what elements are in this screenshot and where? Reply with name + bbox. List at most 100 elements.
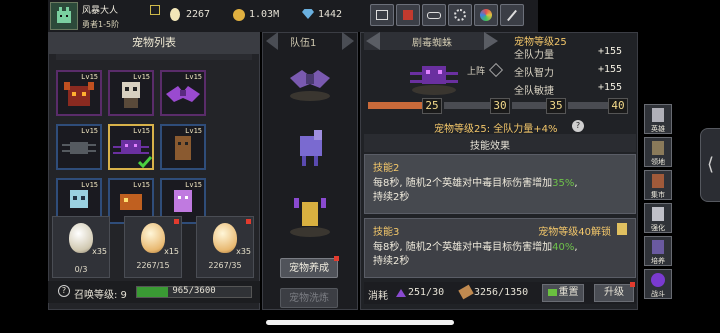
milestone-25: 25 <box>422 98 442 114</box>
shop-button[interactable] <box>370 4 394 26</box>
poison-spider-portrait-icon <box>410 66 458 95</box>
reset-button[interactable]: 重置 <box>542 284 584 302</box>
egg-2-cost: 2267/15 <box>136 261 170 270</box>
stat-strength-label: 全队力量 <box>514 50 554 61</box>
deploy-label: 上阵 <box>467 67 486 77</box>
skill-3-card: 技能3 宠物等级40解锁 每8秒, 随机2个英雄对中毒目标伤害增加40%, 持续… <box>364 218 636 278</box>
pet-slot-3[interactable]: Lv15 <box>160 70 206 116</box>
side-territory-button[interactable]: 领地 <box>644 137 672 167</box>
egg-1-count: x35 <box>92 247 107 256</box>
skill-3-unlock: 宠物等级40解锁 <box>538 227 611 238</box>
team-slot-3[interactable] <box>284 190 336 238</box>
egg-resource-icon <box>170 8 180 21</box>
castle-icon <box>652 141 664 155</box>
milestone-30: 30 <box>490 98 510 114</box>
event-button[interactable] <box>474 4 498 26</box>
egg-2-alert-dot <box>174 219 179 224</box>
sword-enhance-icon <box>652 207 664 221</box>
milestone-40: 40 <box>608 98 628 114</box>
sword-button[interactable] <box>500 4 524 26</box>
pet-list-scroll-edge <box>56 54 252 60</box>
summon-progress-bar: 965/3600 <box>136 286 252 298</box>
cost-bone: 3256/1350 <box>474 287 529 298</box>
skill-3-duration: 持续2秒 <box>373 256 410 267</box>
pet-slot-6[interactable]: Lv15 <box>160 124 206 170</box>
egg-gold-icon <box>213 223 237 253</box>
battle-portal-icon <box>651 273 665 287</box>
cost-crystal: 251/30 <box>408 287 445 298</box>
summon-level: 召唤等级: 9 <box>74 290 127 301</box>
edit-icon[interactable] <box>150 5 160 15</box>
skill-3-desc: 每8秒, 随机2个英雄对中毒目标伤害增加40%, <box>373 242 578 253</box>
skill-2-duration: 持续2秒 <box>373 192 410 203</box>
player-avatar[interactable] <box>50 2 78 30</box>
egg-box-3[interactable]: x35 2267/35 <box>196 216 254 278</box>
hero-helmet-icon <box>652 108 664 122</box>
player-rank: 勇者1-5阶 <box>82 20 120 29</box>
egg-2-count: x15 <box>164 247 179 256</box>
side-cultivate-button[interactable]: 培养 <box>644 236 672 266</box>
bonus-help-icon[interactable]: ? <box>572 120 584 132</box>
home-indicator <box>266 320 454 325</box>
skill-2-card: 技能2 每8秒, 随机2个英雄对中毒目标伤害增加35%, 持续2秒 <box>364 154 636 214</box>
pet-train-button[interactable]: 宠物养成 <box>280 258 338 278</box>
team-pet-bat-icon <box>290 70 330 101</box>
cultivate-icon <box>652 240 664 254</box>
pet-spider-gray-icon <box>62 142 96 154</box>
milestone-bar-1 <box>368 102 422 109</box>
stat-strength-value: +155 <box>598 46 623 57</box>
pet-slot-4[interactable]: Lv15 <box>56 124 102 170</box>
milestone-bar-4 <box>568 102 608 109</box>
upgrade-alert-dot <box>630 282 635 287</box>
upgrade-button[interactable]: 升级 <box>594 284 634 302</box>
side-battle-button[interactable]: 战斗 <box>644 269 672 299</box>
pet-slot-1[interactable]: Lv15 <box>56 70 102 116</box>
team-slot-1[interactable] <box>284 58 336 102</box>
side-enhance-button[interactable]: 强化 <box>644 203 672 233</box>
summon-progress-text: 965/3600 <box>172 286 216 296</box>
side-hero-button[interactable]: 英雄 <box>644 104 672 134</box>
milestone-bar-3 <box>512 102 546 109</box>
egg-gold-icon <box>141 223 165 253</box>
egg-3-cost: 2267/35 <box>208 261 242 270</box>
pet-slot-2[interactable]: Lv15 <box>108 70 154 116</box>
pet-list-title: 宠物列表 <box>48 32 260 54</box>
team-title: 队伍1 <box>290 38 317 49</box>
stat-intellect-value: +155 <box>598 64 623 75</box>
skill-2-title: 技能2 <box>373 163 400 174</box>
skill-header: 技能效果 <box>470 141 510 152</box>
market-stall-icon <box>652 174 664 188</box>
egg-3-alert-dot <box>246 219 251 224</box>
expand-drawer-tab[interactable]: ⟨ <box>700 128 720 202</box>
team-pet-golden-guardian-icon <box>290 198 330 237</box>
help-icon[interactable]: ? <box>58 285 70 297</box>
settings-gear-button[interactable] <box>448 4 472 26</box>
gold-count: 1.03M <box>249 9 280 20</box>
level-bonus: 宠物等级25: 全队力量+4% <box>434 124 558 135</box>
team-pet-unicorn-icon <box>300 130 322 166</box>
gift-button[interactable] <box>396 4 420 26</box>
egg-box-2[interactable]: x15 2267/15 <box>124 216 182 278</box>
pet-wash-button[interactable]: 宠物洗炼 <box>280 288 338 308</box>
milestone-35: 35 <box>546 98 566 114</box>
lock-icon <box>617 223 627 235</box>
chevron-left-icon: ⟨ <box>706 154 715 175</box>
pet-slot-5-selected[interactable]: Lv15 <box>108 124 154 170</box>
player-name: 风暴大人 <box>82 6 119 16</box>
side-market-button[interactable]: 集市 <box>644 170 672 200</box>
skill-3-title: 技能3 <box>373 227 400 238</box>
egg-3-count: x35 <box>236 247 251 256</box>
checkmark-icon <box>138 156 152 168</box>
egg-box-1[interactable]: x35 0/3 <box>52 216 110 278</box>
egg-1-cost: 0/3 <box>74 265 88 274</box>
team-slot-2[interactable] <box>284 124 336 172</box>
milestone-bar-2 <box>444 102 490 109</box>
pet-bat-icon <box>166 86 200 102</box>
ticket-icon <box>547 288 557 296</box>
egg-count: 2267 <box>186 9 211 20</box>
gamepad-button[interactable] <box>422 4 446 26</box>
train-alert-dot <box>334 256 339 261</box>
stat-agility-value: +155 <box>598 82 623 93</box>
stat-agility-label: 全队敏捷 <box>514 86 554 97</box>
stat-intellect-label: 全队智力 <box>514 68 554 79</box>
